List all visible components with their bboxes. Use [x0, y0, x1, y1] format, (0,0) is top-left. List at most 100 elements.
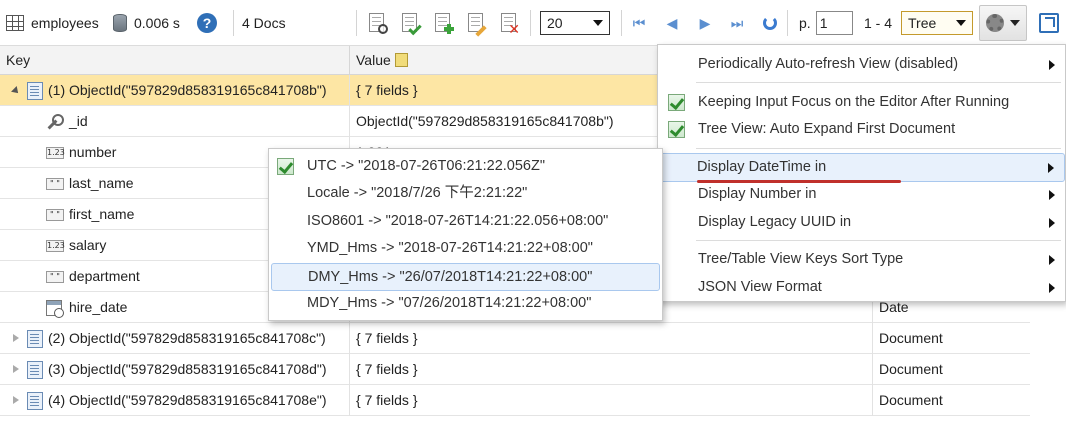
column-value-label: Value — [356, 52, 391, 68]
settings-dropdown-button[interactable] — [979, 5, 1027, 41]
annotation-underline — [697, 180, 901, 183]
chevron-down-icon — [1010, 20, 1020, 26]
menu-item-keep-input-focus[interactable]: Keeping Input Focus on the Editor After … — [658, 89, 1065, 116]
row-key: hire_date — [69, 299, 128, 315]
checkmark-icon — [277, 158, 294, 175]
int32-type-icon: 1.23 — [46, 147, 65, 159]
chevron-down-icon — [956, 20, 966, 26]
chevron-right-icon — [1049, 283, 1055, 293]
key-cell: (3) ObjectId("597829d858319165c841708d") — [0, 354, 350, 385]
refresh-icon[interactable] — [763, 16, 777, 30]
open-external-icon[interactable] — [1039, 13, 1059, 33]
next-page-icon[interactable]: ▶ — [697, 15, 713, 32]
row-key: (3) ObjectId("597829d858319165c841708d") — [48, 361, 327, 377]
note-icon — [394, 53, 408, 67]
menu-item-auto-refresh[interactable]: Periodically Auto-refresh View (disabled… — [658, 51, 1065, 78]
menu-item-json-view-format[interactable]: JSON View Format — [658, 274, 1065, 301]
toolbar: employees 0.006 s ? 4 Docs ✕ 20 ⏮ ◀ ▶ ⏭ … — [0, 0, 1066, 46]
column-header-key[interactable]: Key — [0, 46, 350, 75]
value-cell: { 7 fields } — [350, 385, 873, 416]
table-row[interactable]: (2) ObjectId("597829d858319165c841708c")… — [0, 323, 1030, 354]
menu-item-display-datetime[interactable]: Display DateTime in — [658, 153, 1065, 182]
document-icon — [27, 82, 43, 100]
value-cell: { 7 fields } — [350, 323, 873, 354]
menu-item-label: ISO8601 -> "2018-07-26T14:21:22.056+08:0… — [307, 213, 609, 229]
chevron-down-icon — [593, 20, 603, 26]
menu-item-label: Keeping Input Focus on the Editor After … — [698, 94, 1010, 110]
key-cell: _id — [0, 106, 350, 137]
document-icon — [27, 330, 43, 348]
gear-icon — [986, 14, 1004, 32]
menu-item-label: MDY_Hms -> "07/26/2018T14:21:22+08:00" — [307, 295, 592, 311]
menu-item-label: JSON View Format — [698, 279, 822, 295]
settings-menu: Periodically Auto-refresh View (disabled… — [657, 44, 1066, 302]
table-row[interactable]: (3) ObjectId("597829d858319165c841708d")… — [0, 354, 1030, 385]
expand-toggle-icon[interactable] — [13, 334, 19, 342]
string-type-icon: " " — [46, 178, 64, 190]
result-range: 1 - 4 — [864, 15, 893, 31]
menu-item-display-number[interactable]: Display Number in — [658, 181, 1065, 208]
document-icon — [27, 392, 43, 410]
menu-item-label: Tree/Table View Keys Sort Type — [698, 251, 904, 267]
chevron-right-icon — [1048, 163, 1054, 173]
menu-item-label: Display DateTime in — [697, 159, 827, 175]
first-page-icon[interactable]: ⏮ — [631, 15, 647, 32]
collection-grid-icon — [6, 15, 24, 31]
plus-icon — [444, 24, 454, 34]
key-icon — [46, 114, 64, 130]
chevron-right-icon — [1049, 60, 1055, 70]
table-row[interactable]: (4) ObjectId("597829d858319165c841708e")… — [0, 385, 1030, 416]
column-key-label: Key — [6, 52, 31, 68]
chevron-right-icon — [1049, 218, 1055, 228]
row-key: first_name — [69, 206, 135, 222]
row-key: salary — [69, 237, 107, 253]
view-mode-value: Tree — [908, 15, 937, 31]
menu-item-datetime-mdy[interactable]: MDY_Hms -> "07/26/2018T14:21:22+08:00" — [269, 290, 662, 317]
row-key: (1) ObjectId("597829d858319165c841708b") — [48, 82, 327, 98]
datetime-format-submenu: UTC -> "2018-07-26T06:21:22.056Z" Locale… — [268, 148, 663, 321]
edit-document-button[interactable] — [465, 12, 487, 37]
menu-item-display-uuid[interactable]: Display Legacy UUID in — [658, 209, 1065, 236]
delete-document-button[interactable]: ✕ — [498, 12, 520, 37]
string-type-icon: " " — [46, 209, 64, 221]
expand-toggle-icon[interactable] — [13, 365, 19, 373]
menu-item-datetime-iso8601[interactable]: ISO8601 -> "2018-07-26T14:21:22.056+08:0… — [269, 208, 662, 235]
row-key: last_name — [69, 175, 134, 191]
menu-item-label: Periodically Auto-refresh View (disabled… — [698, 56, 959, 72]
chevron-right-icon — [1049, 190, 1055, 200]
view-document-button[interactable] — [366, 12, 388, 34]
delete-x-icon: ✕ — [508, 21, 520, 37]
menu-item-keys-sort-type[interactable]: Tree/Table View Keys Sort Type — [658, 246, 1065, 273]
view-mode-select[interactable]: Tree — [901, 11, 973, 35]
menu-item-datetime-locale[interactable]: Locale -> "2018/7/26 下午2:21:22" — [269, 180, 662, 207]
query-time-indicator: 0.006 s — [113, 0, 180, 46]
menu-item-label: UTC -> "2018-07-26T06:21:22.056Z" — [307, 158, 545, 174]
row-key: (4) ObjectId("597829d858319165c841708e") — [48, 392, 327, 408]
document-icon — [27, 361, 43, 379]
page-number-input[interactable]: 1 — [815, 11, 853, 35]
menu-item-datetime-ymd[interactable]: YMD_Hms -> "2018-07-26T14:21:22+08:00" — [269, 235, 662, 262]
menu-item-label: Display Legacy UUID in — [698, 214, 852, 230]
string-type-icon: " " — [46, 271, 64, 283]
menu-item-label: YMD_Hms -> "2018-07-26T14:21:22+08:00" — [307, 240, 593, 256]
menu-item-datetime-dmy[interactable]: DMY_Hms -> "26/07/2018T14:21:22+08:00" — [271, 263, 660, 291]
menu-item-datetime-utc[interactable]: UTC -> "2018-07-26T06:21:22.056Z" — [269, 153, 662, 180]
database-icon — [113, 14, 127, 32]
page-label: p. — [799, 15, 811, 31]
expand-toggle-icon[interactable] — [13, 396, 19, 404]
checkmark-icon — [668, 121, 685, 138]
query-time: 0.006 s — [134, 15, 180, 31]
help-icon[interactable]: ? — [197, 13, 217, 33]
page-size-select[interactable]: 20 — [540, 11, 610, 35]
menu-item-auto-expand[interactable]: Tree View: Auto Expand First Document — [658, 116, 1065, 143]
add-document-button[interactable] — [432, 12, 454, 34]
last-page-icon[interactable]: ⏭ — [729, 15, 745, 32]
row-key: department — [69, 268, 140, 284]
previous-page-icon[interactable]: ◀ — [664, 15, 680, 32]
validate-document-button[interactable] — [399, 12, 422, 36]
menu-item-label: Display Number in — [698, 186, 817, 202]
type-cell: Document — [879, 330, 943, 346]
key-cell: (1) ObjectId("597829d858319165c841708b") — [0, 75, 350, 106]
chevron-right-icon — [1049, 255, 1055, 265]
collapse-toggle-icon[interactable] — [11, 86, 21, 96]
